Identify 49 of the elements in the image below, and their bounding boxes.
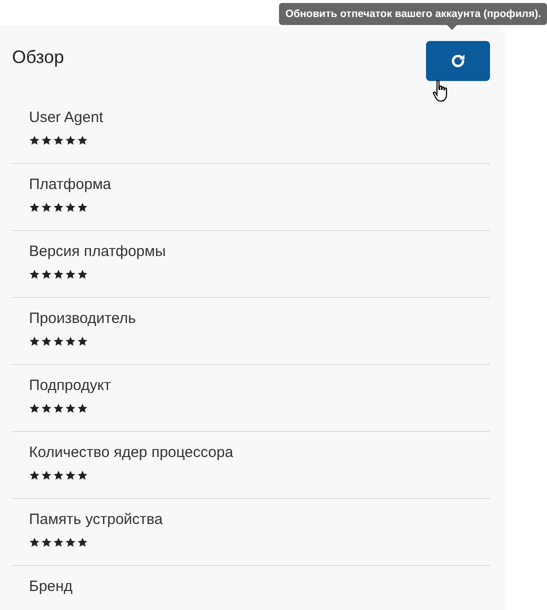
item-label: Платформа xyxy=(29,176,112,193)
star-icon xyxy=(41,269,52,280)
star-icon xyxy=(77,135,88,146)
star-icon xyxy=(41,537,52,548)
star-icon xyxy=(65,403,76,414)
star-icon xyxy=(65,135,76,146)
star-icon xyxy=(53,202,64,213)
item-label: Бренд xyxy=(29,578,74,595)
star-icon xyxy=(29,135,40,146)
star-icon xyxy=(65,202,76,213)
tooltip: Обновить отпечаток вашего аккаунта (профиля). xyxy=(279,3,547,25)
star-icon xyxy=(53,135,64,146)
star-icon xyxy=(41,202,52,213)
star-icon xyxy=(77,336,88,347)
star-icon xyxy=(53,403,64,414)
item-label: Количество ядер процессора xyxy=(29,444,234,461)
item-label: Память устройства xyxy=(29,511,164,528)
star-icon xyxy=(53,269,64,280)
star-icon xyxy=(53,537,64,548)
star-icon xyxy=(29,269,40,280)
star-icon xyxy=(29,470,40,481)
item-label: Версия платформы xyxy=(29,243,167,260)
hand-cursor-icon xyxy=(432,79,450,103)
star-icon xyxy=(77,403,88,414)
item-label: User Agent xyxy=(29,109,104,126)
star-icon xyxy=(77,470,88,481)
star-icon xyxy=(41,336,52,347)
star-icon xyxy=(65,470,76,481)
item-label: Производитель xyxy=(29,310,137,327)
refresh-icon xyxy=(449,52,467,70)
star-icon xyxy=(41,135,52,146)
star-icon xyxy=(65,336,76,347)
star-icon xyxy=(41,403,52,414)
star-icon xyxy=(29,403,40,414)
star-icon xyxy=(53,470,64,481)
star-icon xyxy=(29,537,40,548)
item-label: Подпродукт xyxy=(29,377,112,394)
star-icon xyxy=(29,202,40,213)
card-title: Обзор xyxy=(12,47,64,68)
star-icon xyxy=(77,269,88,280)
star-icon xyxy=(77,202,88,213)
tooltip-pointer xyxy=(447,25,458,30)
star-icon xyxy=(65,269,76,280)
star-icon xyxy=(41,470,52,481)
refresh-button[interactable] xyxy=(426,41,490,81)
star-icon xyxy=(77,537,88,548)
star-icon xyxy=(53,336,64,347)
star-icon xyxy=(29,336,40,347)
star-icon xyxy=(65,537,76,548)
